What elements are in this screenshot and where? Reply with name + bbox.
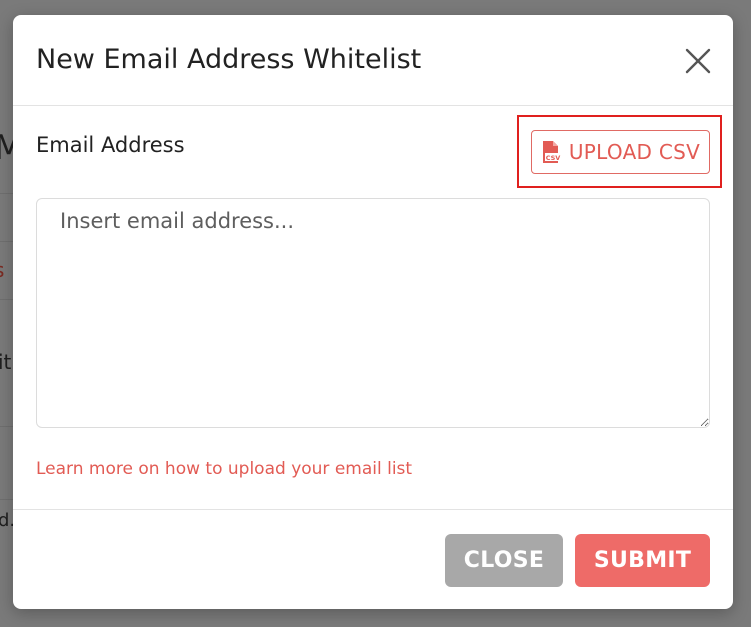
background-text-fragment: it [0,350,12,374]
background-divider [0,426,14,427]
modal-body: Email Address CSV UPLOAD CSV Learn more … [13,106,733,510]
email-address-textarea[interactable] [36,198,710,428]
background-divider [0,193,14,194]
close-button[interactable]: CLOSE [445,534,563,587]
background-divider [0,241,14,242]
svg-text:CSV: CSV [546,154,561,162]
whitelist-modal: New Email Address Whitelist Email Addres… [13,15,733,609]
email-address-label: Email Address [36,133,185,157]
modal-header: New Email Address Whitelist [13,15,733,106]
close-icon[interactable] [683,46,713,76]
background-text-fragment: s [0,258,4,282]
learn-more-link[interactable]: Learn more on how to upload your email l… [36,459,412,479]
background-divider [0,499,14,500]
submit-button[interactable]: SUBMIT [575,534,710,587]
modal-title: New Email Address Whitelist [36,44,422,75]
upload-csv-label: UPLOAD CSV [568,140,701,164]
csv-file-icon: CSV [541,140,561,164]
upload-csv-button[interactable]: CSV UPLOAD CSV [531,130,710,174]
modal-footer: CLOSE SUBMIT [13,510,733,608]
background-divider [0,299,14,300]
